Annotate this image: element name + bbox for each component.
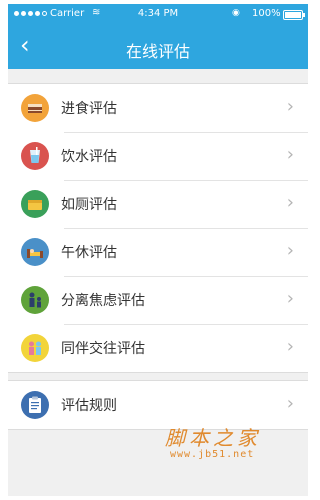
food-icon bbox=[21, 94, 49, 122]
chevron-right-icon: › bbox=[286, 144, 294, 165]
rules-list: 评估规则 › bbox=[8, 380, 308, 430]
status-bar: Carrier ≋ 4:34 PM ◉ 100% bbox=[8, 4, 308, 24]
chevron-right-icon: › bbox=[286, 393, 294, 414]
watermark-site-name: 脚本之家 bbox=[165, 426, 261, 450]
battery-percent: 100% bbox=[252, 8, 281, 19]
rules-icon bbox=[21, 391, 49, 419]
drink-icon bbox=[21, 142, 49, 170]
peer-interaction-icon bbox=[21, 334, 49, 362]
assessment-list: 进食评估 › 饮水评估 › 如厕评估 › 午休评估 › 分离焦虑评估 › 同伴交… bbox=[8, 83, 308, 373]
toilet-icon bbox=[21, 190, 49, 218]
menu-item-rules[interactable]: 评估规则 › bbox=[8, 381, 308, 429]
menu-item-separation-anxiety[interactable]: 分离焦虑评估 › bbox=[8, 276, 308, 324]
orientation-lock-icon: ◉ bbox=[232, 8, 240, 18]
chevron-right-icon: › bbox=[286, 240, 294, 261]
menu-item-toilet[interactable]: 如厕评估 › bbox=[8, 180, 308, 228]
chevron-right-icon: › bbox=[286, 192, 294, 213]
watermark-url: www.jb51.net bbox=[170, 449, 255, 460]
menu-item-nap[interactable]: 午休评估 › bbox=[8, 228, 308, 276]
chevron-right-icon: › bbox=[286, 336, 294, 357]
separation-anxiety-icon bbox=[21, 286, 49, 314]
menu-item-label: 饮水评估 bbox=[61, 149, 117, 165]
menu-item-label: 如厕评估 bbox=[61, 197, 117, 213]
chevron-right-icon: › bbox=[286, 288, 294, 309]
menu-item-label: 午休评估 bbox=[61, 245, 117, 261]
nav-bar: ‹ 在线评估 bbox=[8, 24, 308, 69]
menu-item-eating[interactable]: 进食评估 › bbox=[8, 84, 308, 132]
menu-item-label: 评估规则 bbox=[61, 398, 117, 414]
phone-screen: Carrier ≋ 4:34 PM ◉ 100% ‹ 在线评估 进食评估 › 饮… bbox=[8, 4, 308, 496]
menu-item-label: 分离焦虑评估 bbox=[61, 293, 145, 309]
chevron-right-icon: › bbox=[286, 96, 294, 117]
menu-item-drinking[interactable]: 饮水评估 › bbox=[8, 132, 308, 180]
nap-icon bbox=[21, 238, 49, 266]
menu-item-peer-interaction[interactable]: 同伴交往评估 › bbox=[8, 324, 308, 372]
menu-item-label: 同伴交往评估 bbox=[61, 341, 145, 357]
menu-item-label: 进食评估 bbox=[61, 101, 117, 117]
battery-icon bbox=[283, 10, 305, 20]
page-title: 在线评估 bbox=[125, 42, 190, 61]
